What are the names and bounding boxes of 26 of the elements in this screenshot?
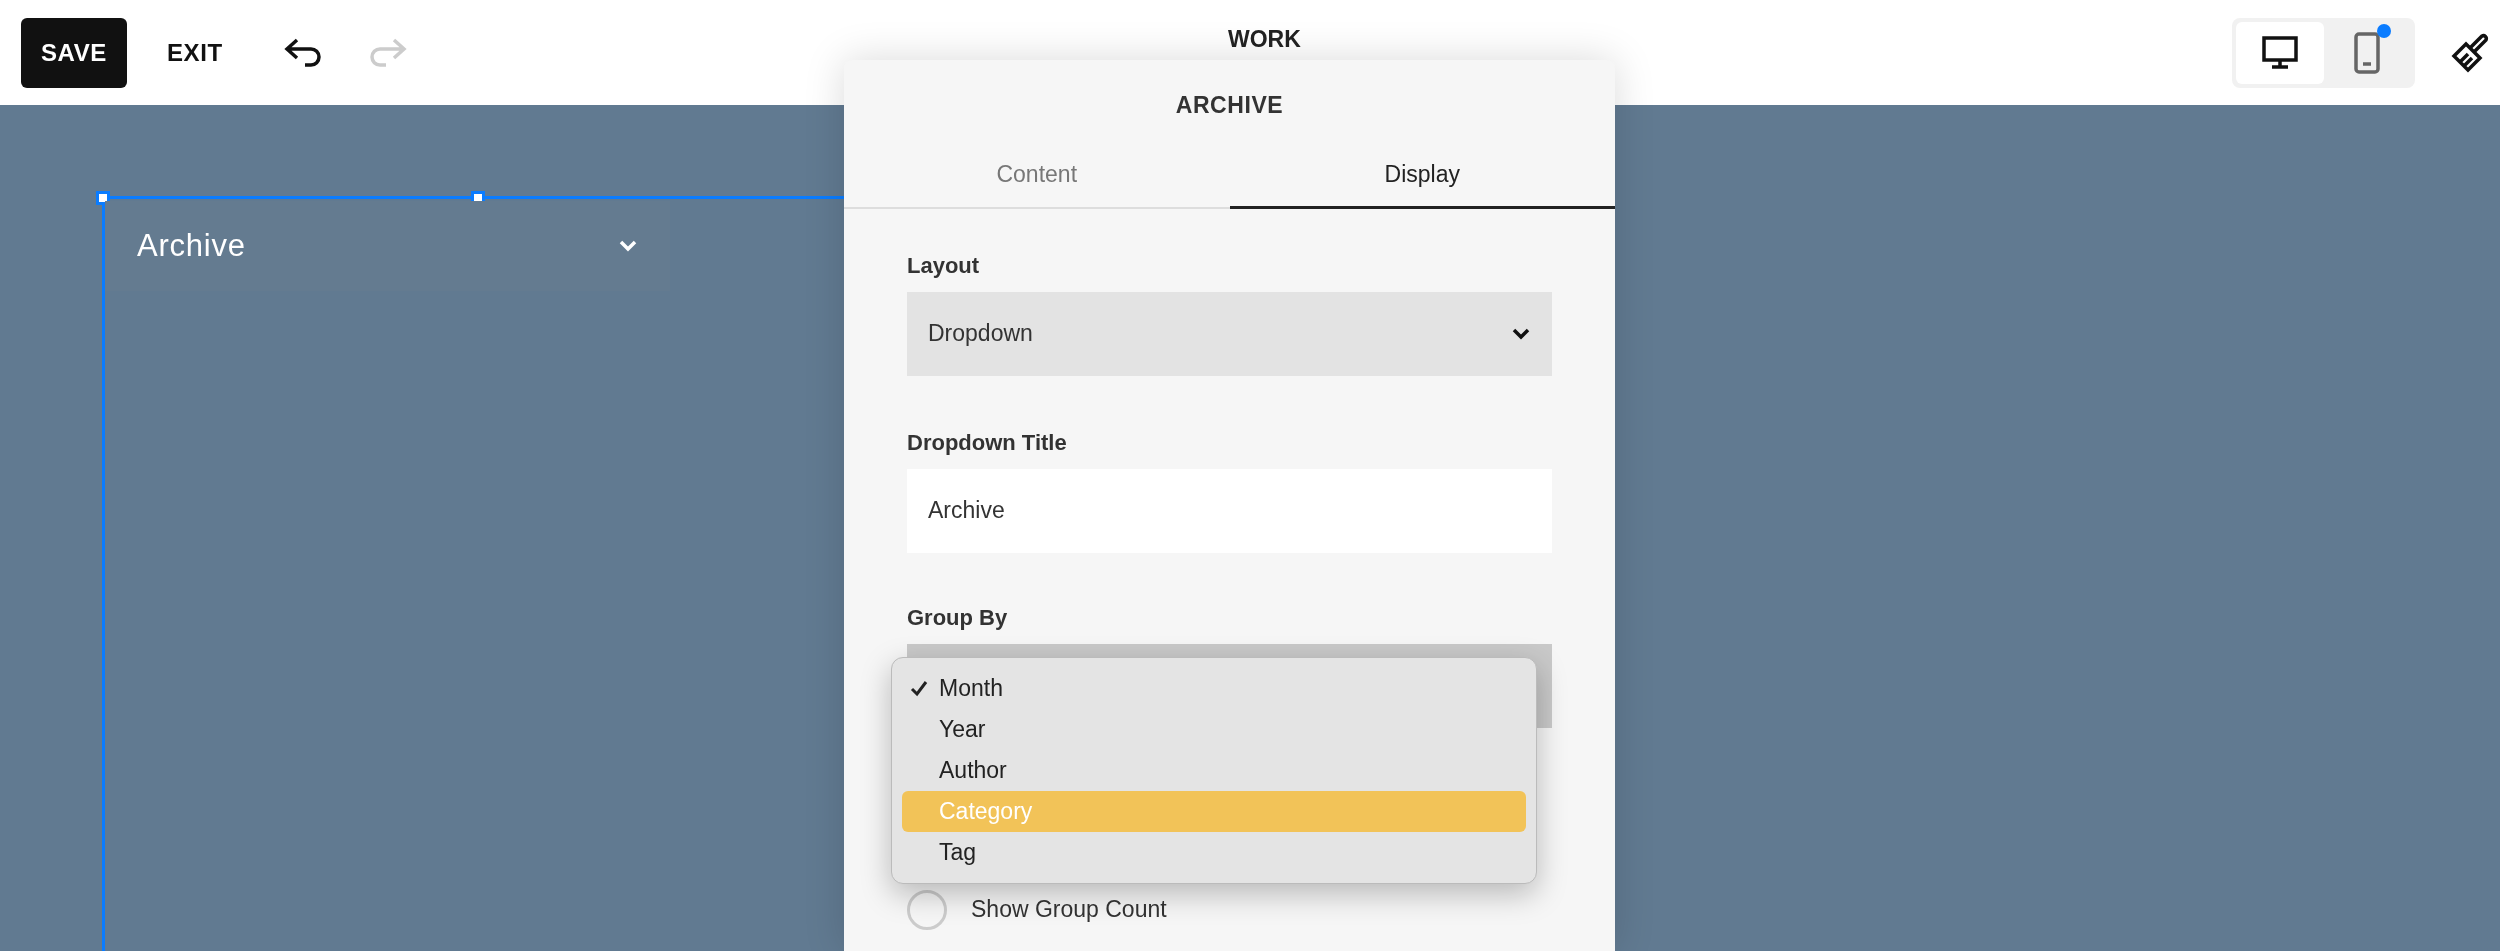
select-value: Dropdown [928,319,1033,349]
panel-tab[interactable]: Display [1229,142,1615,209]
field-label: Show Group Count [971,895,1167,925]
panel-tab[interactable]: Content [844,142,1230,209]
desktop-view-button[interactable] [2236,22,2324,84]
field-label: Layout [907,251,981,280]
menu-item[interactable]: Tag [902,831,1526,873]
checkmark-icon [910,679,928,697]
field-label: Dropdown Title [907,428,1068,457]
chevron-down-icon [1511,326,1531,341]
panel-title: ARCHIVE [1175,91,1284,120]
dropdown-label: Archive [137,226,246,265]
layout-select[interactable]: Dropdown [907,291,1552,376]
field-label: Group By [907,603,1009,632]
toggle-switch[interactable] [907,889,947,930]
input-field[interactable]: Archive [907,468,1552,553]
menu-item[interactable]: Month [902,667,1526,709]
save-button[interactable]: SAVE [21,17,127,88]
menu-item[interactable]: Author [902,749,1526,791]
chevron-down-icon [618,239,638,253]
monitor-icon [2261,36,2298,70]
resize-handle[interactable] [96,191,110,205]
phone-icon [2354,32,2381,74]
exit-button[interactable]: EXIT [151,17,239,88]
page-title: WORK [1228,25,1301,54]
menu-item[interactable]: Year [902,708,1526,750]
